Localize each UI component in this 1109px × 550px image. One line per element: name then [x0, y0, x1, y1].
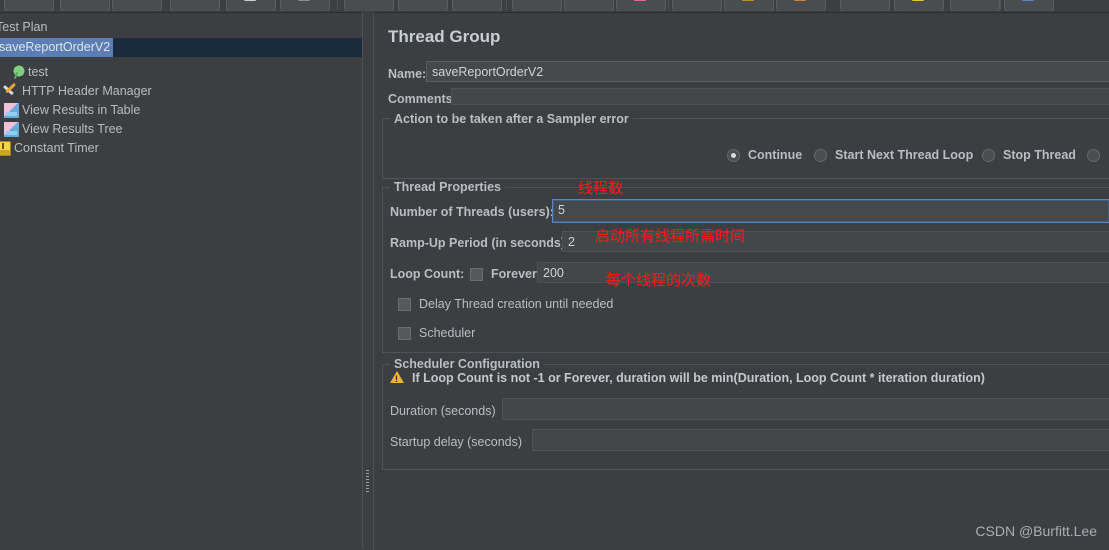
toolbar-button-close[interactable]: [170, 0, 220, 11]
startup-delay-label: Startup delay (seconds): [390, 435, 523, 449]
watermark: CSDN @Burfitt.Lee: [975, 523, 1097, 539]
scheduler-warning-text: If Loop Count is not -1 or Forever, dura…: [412, 371, 985, 385]
test-plan-tree[interactable]: Test Plan saveReportOrderV2 test HTTP He…: [0, 13, 362, 550]
scheduler-checkbox[interactable]: [398, 327, 411, 340]
scheduler-configuration-group-title: Scheduler Configuration: [390, 357, 544, 371]
tree-item-savereportorderv2[interactable]: saveReportOrderV2: [0, 38, 362, 57]
splitter-grip-icon[interactable]: [366, 470, 369, 492]
loop-forever-checkbox[interactable]: [470, 268, 483, 281]
comments-input[interactable]: [451, 88, 1109, 105]
tools-icon: [4, 84, 19, 99]
toggle-icon: [634, 0, 646, 1]
number-of-threads-label: Number of Threads (users):: [390, 205, 554, 219]
save-as-icon: [298, 0, 310, 1]
radio-start-next-thread-loop[interactable]: [814, 149, 827, 162]
annotation-thread-count: 线程数: [578, 179, 624, 197]
radio-stop-thread[interactable]: [982, 149, 995, 162]
sampler-error-group-title: Action to be taken after a Sampler error: [390, 112, 633, 126]
toolbar-button-save[interactable]: [226, 0, 276, 11]
toolbar-button-stop[interactable]: [776, 0, 826, 11]
tree-item-label: View Results in Table: [22, 103, 141, 117]
toolbar-button-paste[interactable]: [452, 0, 502, 11]
annotation-rampup-time: 启动所有线程所需时间: [595, 227, 746, 245]
jmeter-window: Test Plan saveReportOrderV2 test HTTP He…: [0, 0, 1109, 550]
clear-icon: [912, 0, 924, 1]
leaf-icon: [10, 65, 25, 80]
start-no-pause-icon: [742, 0, 754, 1]
radio-start-next-thread-loop-label: Start Next Thread Loop: [835, 148, 974, 162]
toolbar-separator-4: [1000, 0, 1001, 10]
toolbar-separator-2: [506, 0, 507, 10]
toolbar-button-new[interactable]: [4, 0, 54, 11]
tree-item-label: saveReportOrderV2: [0, 38, 114, 57]
warning-icon: [390, 371, 404, 384]
chart-icon: [4, 122, 19, 137]
toolbar-button-templates[interactable]: [60, 0, 110, 11]
test-plan-tree-pane: Test Plan saveReportOrderV2 test HTTP He…: [0, 12, 363, 550]
save-icon: [244, 0, 256, 1]
toolbar-button-search[interactable]: [1004, 0, 1054, 11]
tree-item-label: Constant Timer: [14, 141, 99, 155]
toolbar-separator-3: [668, 0, 669, 10]
delay-thread-creation-checkbox[interactable]: [398, 298, 411, 311]
toolbar-button-shutdown[interactable]: [840, 0, 890, 11]
search-icon: [1022, 0, 1034, 1]
thread-properties-group-title: Thread Properties: [390, 180, 505, 194]
toolbar-button-toggle[interactable]: [616, 0, 666, 11]
tree-item-label: View Results Tree: [22, 122, 123, 136]
radio-stop-test[interactable]: [1087, 149, 1100, 162]
scheduler-label: Scheduler: [419, 326, 476, 340]
page-title: Thread Group: [388, 27, 501, 46]
loop-count-label: Loop Count:: [390, 267, 465, 281]
name-input[interactable]: saveReportOrderV2: [426, 61, 1109, 82]
comments-label: Comments:: [388, 92, 457, 106]
delay-thread-creation-label: Delay Thread creation until needed: [419, 297, 614, 311]
main-toolbar: [0, 0, 1109, 11]
ramp-up-period-label: Ramp-Up Period (in seconds):: [390, 236, 570, 250]
number-of-threads-input[interactable]: 5: [552, 199, 1109, 223]
duration-input[interactable]: [502, 398, 1109, 420]
loop-forever-label: Forever: [491, 267, 537, 281]
duration-label: Duration (seconds): [390, 404, 496, 418]
toolbar-button-clear[interactable]: [894, 0, 944, 11]
annotation-loop-count: 每个线程的次数: [606, 271, 712, 289]
toolbar-button-start-no-pause[interactable]: [724, 0, 774, 11]
toolbar-button-expand[interactable]: [512, 0, 562, 11]
timer-icon: [0, 141, 11, 156]
radio-stop-thread-label: Stop Thread: [1003, 148, 1076, 162]
stop-icon: [794, 0, 806, 1]
startup-delay-input[interactable]: [532, 429, 1109, 451]
toolbar-button-open[interactable]: [112, 0, 162, 11]
tree-item-label: Test Plan: [0, 20, 48, 34]
thread-group-panel: Thread Group Name: saveReportOrderV2 Com…: [373, 12, 1109, 550]
chart-icon: [4, 103, 19, 118]
tree-item-label: test: [28, 65, 49, 79]
toolbar-button-collapse[interactable]: [564, 0, 614, 11]
name-label: Name:: [388, 67, 427, 81]
radio-continue[interactable]: [727, 149, 740, 162]
tree-item-label: HTTP Header Manager: [22, 84, 152, 98]
toolbar-button-cut[interactable]: [344, 0, 394, 11]
toolbar-button-start[interactable]: [672, 0, 722, 11]
sampler-error-group: [382, 118, 1109, 179]
toolbar-button-copy[interactable]: [398, 0, 448, 11]
radio-continue-label: Continue: [748, 148, 803, 162]
toolbar-separator-1: [337, 0, 338, 10]
toolbar-button-save-as[interactable]: [280, 0, 330, 11]
toolbar-button-clear-all[interactable]: [950, 0, 1000, 11]
